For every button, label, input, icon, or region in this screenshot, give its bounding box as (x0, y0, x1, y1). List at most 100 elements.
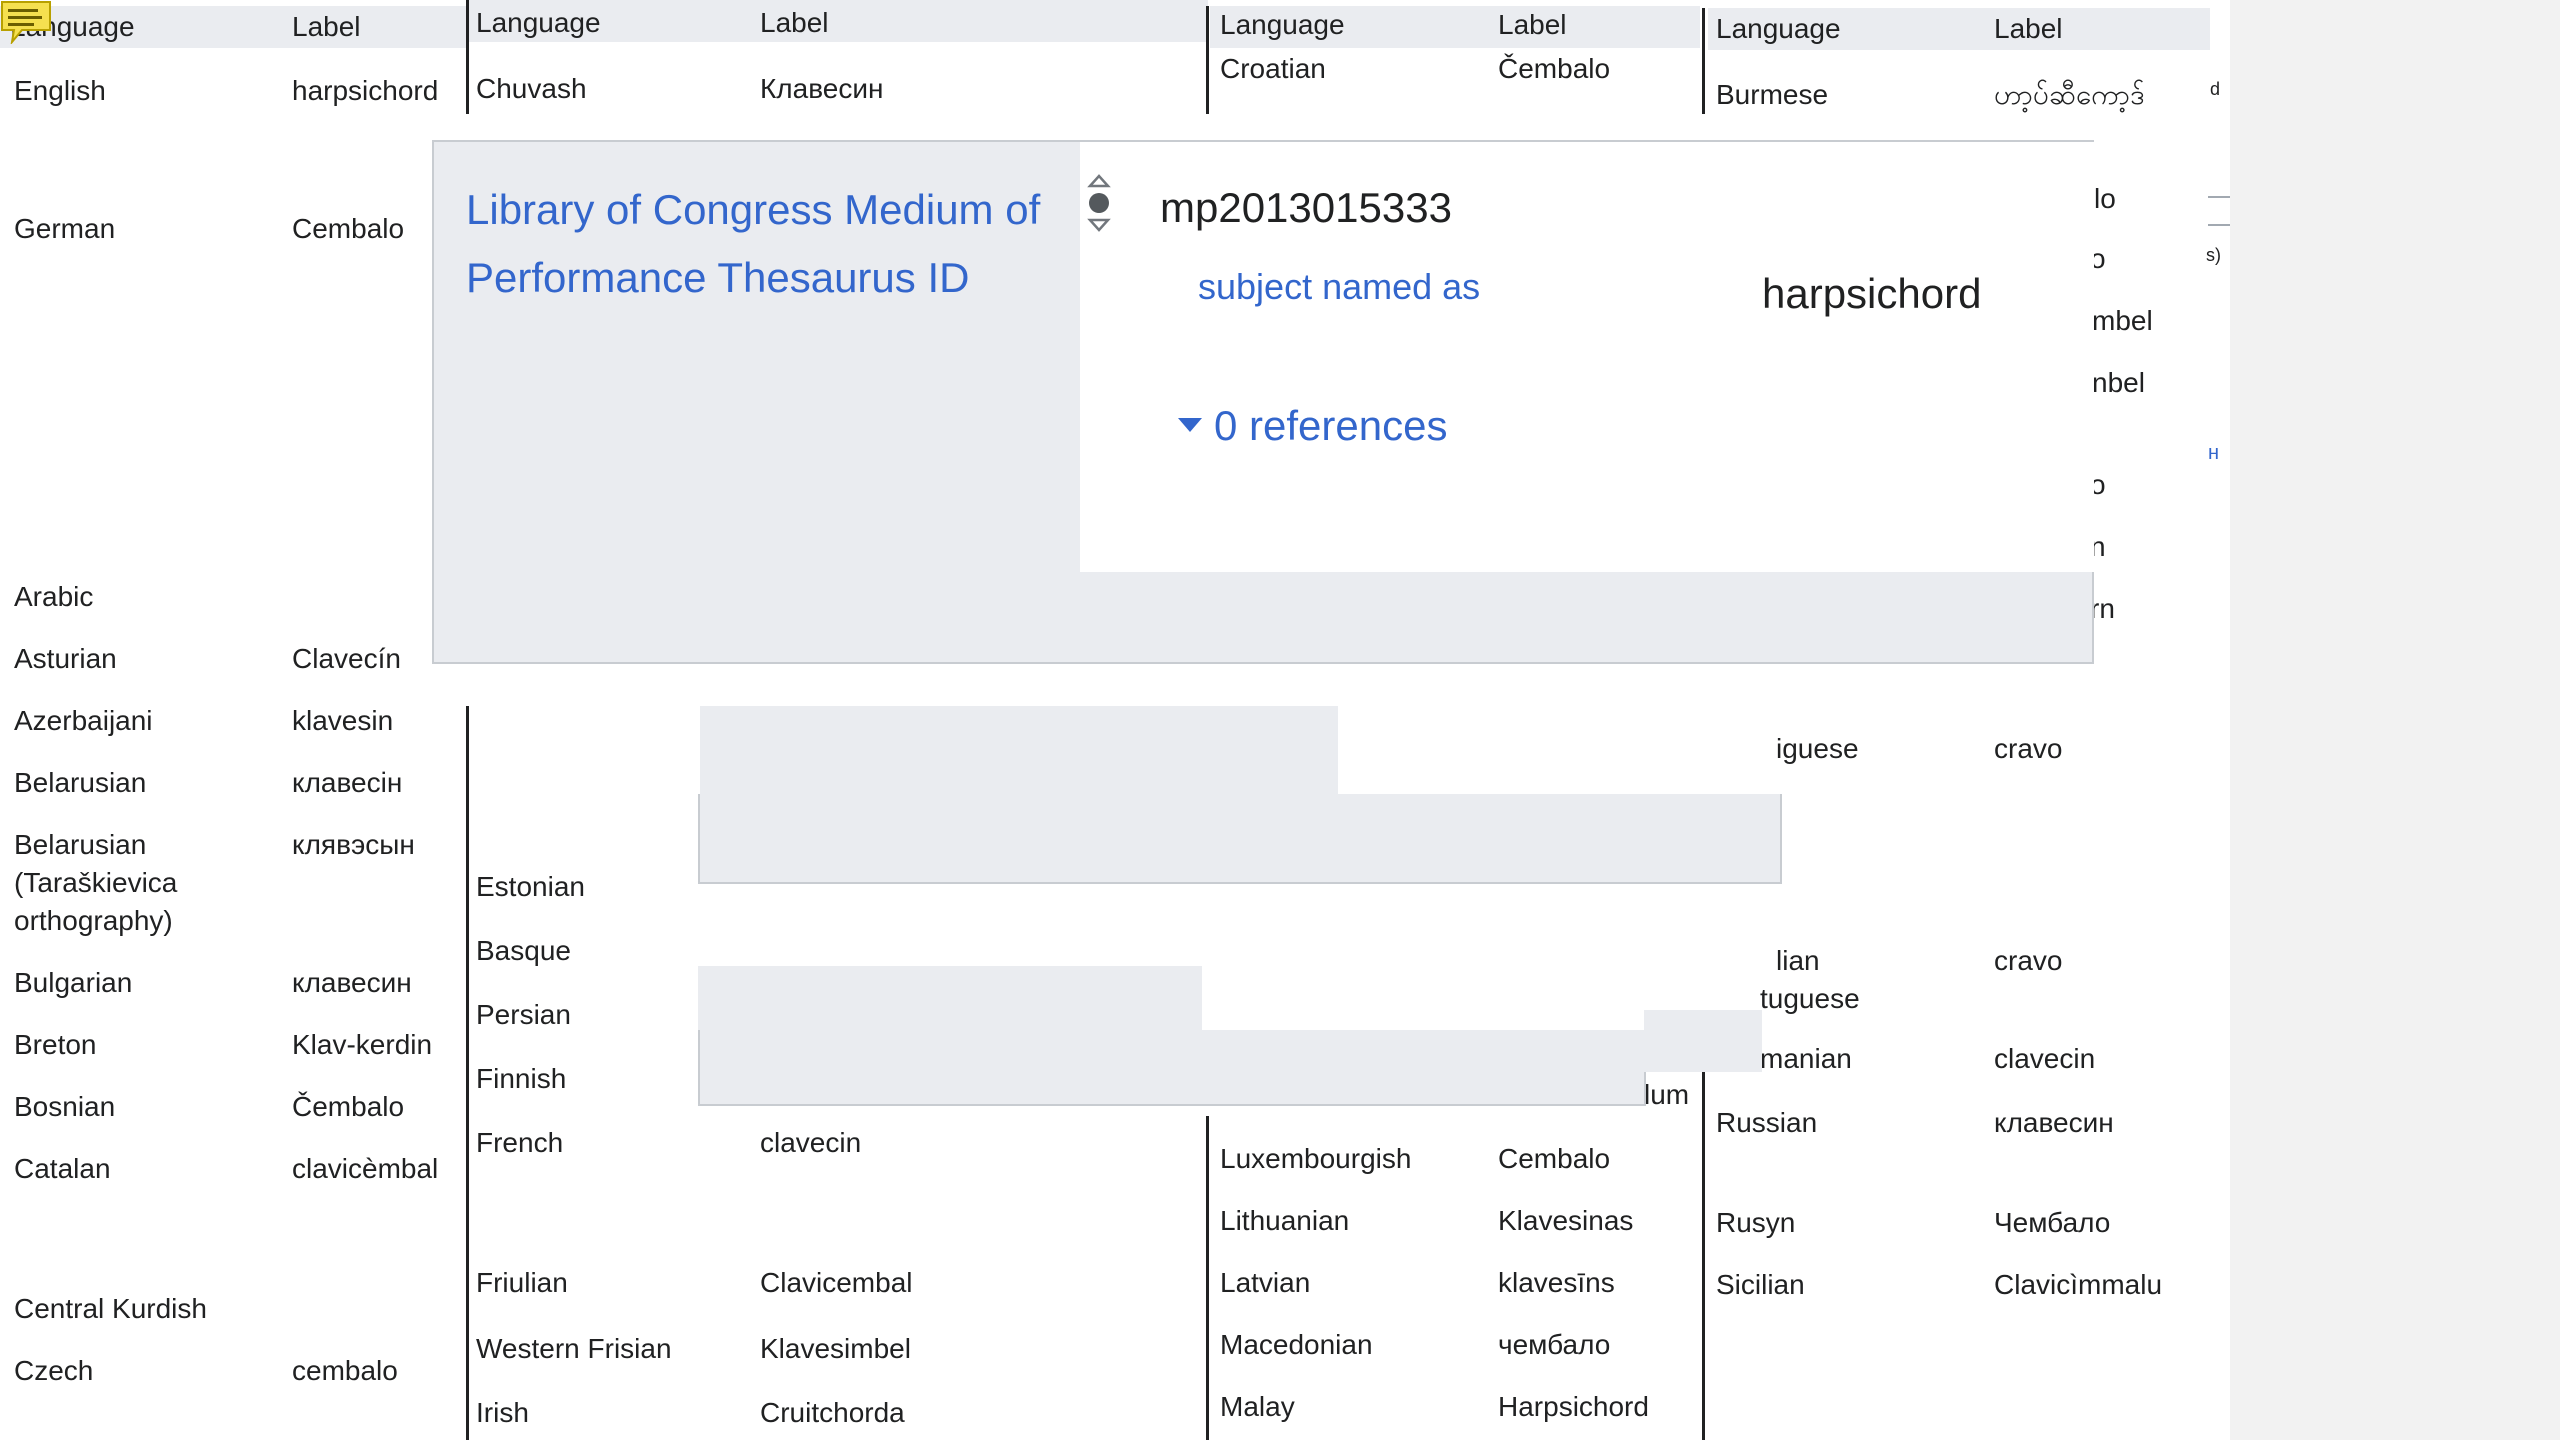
table1-row-label: клявэсын (292, 829, 415, 860)
table4-fragment: lian (1776, 945, 1820, 976)
table3-header-label: Label (1498, 9, 1567, 40)
table4-row-lang: Rusyn (1716, 1207, 1796, 1238)
table2-row-label: Cruitchorda (760, 1397, 905, 1428)
table2-row-lang: Finnish (476, 1063, 567, 1094)
table4-fragment: manian (1760, 1043, 1852, 1074)
table4-row-lang: Burmese (1716, 79, 1829, 110)
overlay-block (1644, 1010, 1762, 1072)
table4-header-language: Language (1716, 13, 1841, 44)
table1-row-lang: Bosnian (14, 1091, 116, 1122)
table3-row-lang: Malay (1220, 1391, 1295, 1422)
table1-row-label: Klav-kerdin (292, 1029, 433, 1060)
table2-row-lang: Western Frisian (476, 1333, 672, 1364)
table4-fragment: nbel (2092, 367, 2145, 398)
table1-row-label: Clavecín (292, 643, 401, 674)
table3-left-border (1206, 1116, 1209, 1440)
table1-row-lang: Central Kurdish (14, 1293, 207, 1324)
table3-row-lang: Lithuanian (1220, 1205, 1350, 1236)
table1-row-label: klavesin (292, 705, 394, 736)
references-toggle[interactable]: 0 references (1214, 398, 1447, 454)
property-link[interactable]: Library of Congress Medium of Performanc… (466, 176, 1066, 312)
table2-row-lang: Irish (476, 1397, 529, 1428)
table3-row-label: Čembalo (1498, 53, 1611, 84)
table3-row-label: Cembalo (1498, 1143, 1611, 1174)
table4-header-label: Label (1994, 13, 2063, 44)
table1-row-lang: Asturian (14, 643, 117, 674)
overlay-block (698, 1030, 1646, 1106)
table1-row-lang: Catalan (14, 1153, 111, 1184)
table4-fragment: н (2208, 442, 2220, 464)
table3-fragment: lum (1644, 1079, 1690, 1110)
table4-row-lang: Sicilian (1716, 1269, 1805, 1300)
qualifier-value: harpsichord (1762, 270, 1982, 317)
table1-row-lang: Belarusian (14, 767, 147, 798)
table4-row-label: Чембало (1994, 1207, 2111, 1238)
table2-row-label: Clavicembal (760, 1267, 913, 1298)
table2-left-border (466, 706, 469, 1440)
table1-row-lang-line3: orthography) (14, 905, 173, 936)
overlay-block (700, 706, 1338, 796)
table3-row-lang: Luxembourgish (1220, 1143, 1412, 1174)
table4-fragment: iguese (1776, 733, 1859, 764)
table2-row-lang: Persian (476, 999, 571, 1030)
table2-row-lang: Basque (476, 935, 571, 966)
overlay-block (698, 794, 1782, 884)
rank-selector-icon[interactable] (1086, 172, 1112, 234)
table1-row-lang: Bulgarian (14, 967, 133, 998)
page: Language Label English harpsichord Germa… (0, 0, 2230, 1440)
statement-value: mp2013015333 (1160, 184, 1452, 231)
table1-row-label: Cembalo (292, 213, 405, 244)
table3-row-lang: Macedonian (1220, 1329, 1373, 1360)
table4-fragment: s) (2206, 245, 2221, 265)
table4-divider (2208, 224, 2230, 226)
table4-fragment: d (2210, 79, 2221, 99)
table4-fragment: tuguese (1760, 983, 1860, 1014)
table4-row-label: ဟာ့ပ်ဆီကော့ဒ် (1994, 79, 2145, 110)
table2-left-border (466, 0, 469, 114)
table4-left-border (1702, 1072, 1705, 1440)
overlay-block (698, 966, 1202, 1036)
table4-fragment: cravo (1994, 733, 2063, 764)
table3-row-label: Klavesinas (1498, 1205, 1634, 1236)
table1-header-label: Label (292, 11, 361, 42)
table1-row-lang: Breton (14, 1029, 97, 1060)
table4-fragment: cravo (1994, 945, 2063, 976)
table4-fragment: lo (2094, 183, 2116, 214)
table2-row-lang: French (476, 1127, 564, 1158)
table1-row-label: cembalo (292, 1355, 398, 1386)
table1-row-lang: Azerbaijani (14, 705, 153, 736)
note-icon[interactable] (0, 0, 52, 44)
table2-row-lang: Estonian (476, 871, 585, 902)
table2-row-label: clavecin (760, 1127, 862, 1158)
table3-row-lang: Croatian (1220, 53, 1326, 84)
table1-row-label: harpsichord (292, 75, 439, 106)
table1-row-label: Čembalo (292, 1091, 405, 1122)
table4-fragment: mbel (2092, 305, 2153, 336)
table1-row-lang: English (14, 75, 106, 106)
table3-header-language: Language (1220, 9, 1345, 40)
table3-row-label: чембало (1498, 1329, 1611, 1360)
table1-row-lang-line1: Belarusian (14, 829, 147, 860)
table4-divider (2208, 196, 2230, 198)
table1-row-lang: Arabic (14, 581, 94, 612)
table1-row-label: клавесін (292, 767, 403, 798)
table3-row-lang: Latvian (1220, 1267, 1311, 1298)
table4-row-label: Clavicìmmalu (1994, 1269, 2163, 1300)
table2-header-label: Label (760, 7, 829, 38)
table4-row-lang: Russian (1716, 1107, 1818, 1138)
table2-header-language: Language (476, 7, 601, 38)
table1-row-lang: German (14, 213, 116, 244)
table4-left-border (1702, 8, 1705, 114)
table1-row-lang: Czech (14, 1355, 94, 1386)
table2-row-lang: Chuvash (476, 73, 587, 104)
table1-row-label: clavicèmbal (292, 1153, 439, 1184)
table2-row-label: Klavesimbel (760, 1333, 911, 1364)
table4-fragment: clavecin (1994, 1043, 2096, 1074)
table4-row-label: клавесин (1994, 1107, 2114, 1138)
qualifier-property-link[interactable]: subject named as (1198, 262, 1480, 312)
table2-row-lang: Friulian (476, 1267, 568, 1298)
caret-down-icon[interactable] (1178, 418, 1202, 432)
table3-row-label: Harpsichord (1498, 1391, 1649, 1422)
table3-left-border (1206, 6, 1209, 114)
table1-row-lang-line2: (Taraškievica (14, 867, 178, 898)
